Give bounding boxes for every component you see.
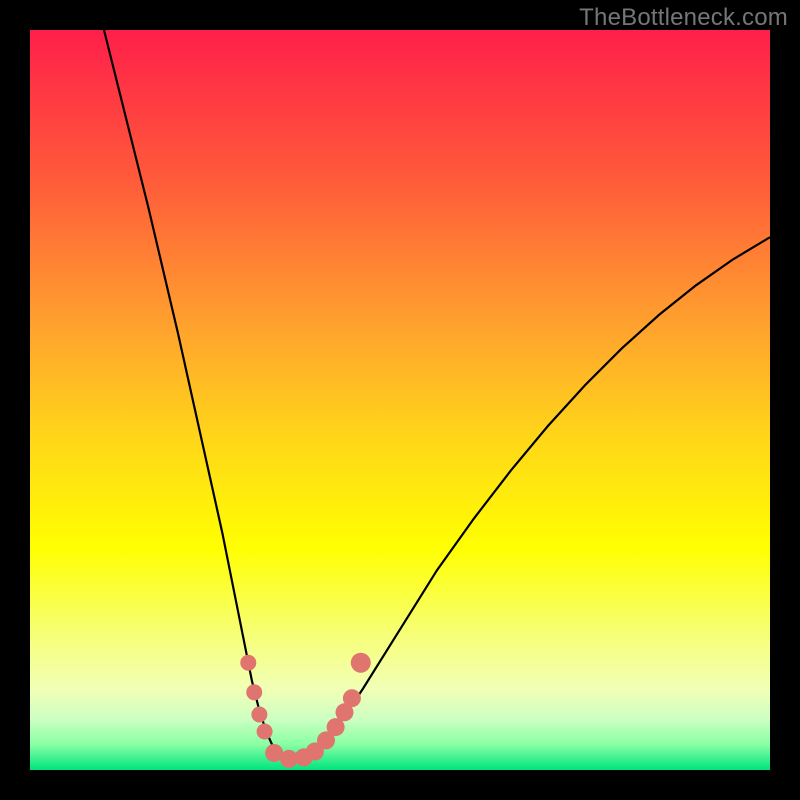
curve-left [104,30,282,759]
plot-overlay [30,30,770,770]
data-marker [351,653,371,673]
data-marker [251,707,267,723]
marker-group [240,653,370,768]
outer-frame: TheBottleneck.com [0,0,800,800]
plot-area [30,30,770,770]
data-marker [343,689,361,707]
data-marker [240,655,256,671]
data-marker [257,724,273,740]
curve-right [296,237,770,759]
data-marker [246,684,262,700]
watermark-text: TheBottleneck.com [579,4,788,32]
